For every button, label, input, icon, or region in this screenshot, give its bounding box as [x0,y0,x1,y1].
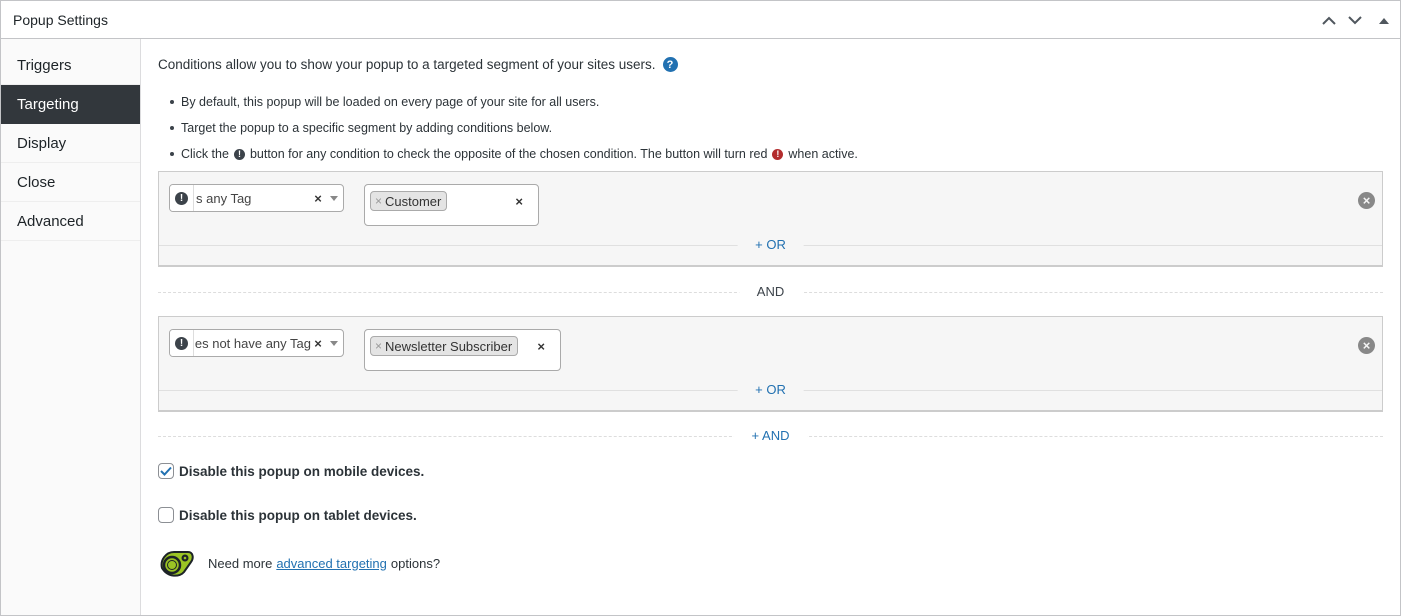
disable-tablet-checkbox[interactable] [158,507,174,523]
condition-group: ! es not have any Tag × × Newsletter Sub… [158,316,1383,412]
bullet-dot [170,100,174,104]
remove-tag-icon[interactable]: × [375,339,382,353]
bullet-dot [170,152,174,156]
remove-condition-icon[interactable]: × [1358,337,1375,354]
condition-value: s any Tag [194,191,311,206]
instruction-text: Target the popup to a specific segment b… [181,120,552,136]
checkmark-icon [160,466,172,476]
upsell-prefix: Need more [208,556,272,571]
tab-targeting[interactable]: Targeting [1,85,140,124]
disable-mobile-option[interactable]: Disable this popup on mobile devices. [158,463,424,479]
clear-condition-icon[interactable]: × [311,336,325,351]
popup-maker-logo-icon [158,548,194,578]
tab-close[interactable]: Close [1,163,140,202]
tab-display[interactable]: Display [1,124,140,163]
or-divider: + OR [159,245,1382,246]
add-or-button[interactable]: + OR [737,382,804,398]
instruction-text: when active. [788,146,857,162]
remove-tag-icon[interactable]: × [375,194,382,208]
chevron-up-icon [1322,16,1336,25]
instruction-text: button for any condition to check the op… [250,146,767,162]
help-icon[interactable]: ? [663,57,678,72]
advanced-targeting-link[interactable]: advanced targeting [276,556,387,571]
postbox-header: Popup Settings [1,1,1400,39]
remove-condition-icon[interactable]: × [1358,192,1375,209]
popup-settings-box: Popup Settings Triggers Targeting Displa… [0,0,1401,616]
clear-tags-icon[interactable]: × [515,194,523,209]
upsell-suffix: options? [391,556,440,571]
condition-value: es not have any Tag [194,336,311,351]
tag-chip: × Customer [370,191,447,211]
postbox-inside: Triggers Targeting Display Close Advance… [1,39,1400,615]
tag-chip: × Newsletter Subscriber [370,336,518,356]
postbox-title: Popup Settings [13,12,108,28]
tab-triggers[interactable]: Triggers [1,46,140,85]
dropdown-arrow-icon[interactable] [325,196,343,201]
and-divider: AND [158,292,1383,293]
exclamation-icon: ! [175,192,188,205]
tag-select[interactable]: × Customer × [364,184,539,226]
instruction-item: By default, this popup will be loaded on… [170,89,858,115]
move-up-button[interactable] [1316,2,1342,38]
dropdown-arrow-icon[interactable] [325,341,343,346]
disable-mobile-checkbox[interactable] [158,463,174,479]
exclamation-icon: ! [175,337,188,350]
intro-text: Conditions allow you to show your popup … [158,57,656,72]
instruction-item: Target the popup to a specific segment b… [170,115,858,141]
upsell-notice: Need more advanced targeting options? [158,548,440,578]
not-operand-active-icon: ! [772,149,783,160]
chevron-down-icon [1348,16,1362,25]
instruction-text: By default, this popup will be loaded on… [181,94,599,110]
bullet-dot [170,126,174,130]
disable-tablet-label: Disable this popup on tablet devices. [179,508,417,523]
clear-condition-icon[interactable]: × [311,191,325,206]
tab-advanced[interactable]: Advanced [1,202,140,241]
targeting-intro: Conditions allow you to show your popup … [158,57,678,72]
clear-tags-icon[interactable]: × [537,339,545,354]
instruction-text: Click the [181,146,229,162]
condition-select[interactable]: ! s any Tag × [169,184,344,212]
condition-select[interactable]: ! es not have any Tag × [169,329,344,357]
tag-label: Customer [385,194,441,209]
tag-select[interactable]: × Newsletter Subscriber × [364,329,561,371]
add-or-button[interactable]: + OR [737,237,804,253]
not-operand-button[interactable]: ! [170,185,194,211]
handle-actions [1316,1,1400,39]
not-operand-button[interactable]: ! [170,330,194,356]
caret-up-icon [1379,17,1389,24]
instructions-list: By default, this popup will be loaded on… [170,89,858,167]
disable-tablet-option[interactable]: Disable this popup on tablet devices. [158,507,417,523]
and-label: AND [739,284,802,300]
instruction-item: Click the ! button for any condition to … [170,141,858,167]
disable-mobile-label: Disable this popup on mobile devices. [179,464,424,479]
add-and-divider: + AND [158,436,1383,437]
add-and-button[interactable]: + AND [734,428,808,444]
tag-label: Newsletter Subscriber [385,339,512,354]
toggle-panel-button[interactable] [1368,2,1400,38]
targeting-panel: Conditions allow you to show your popup … [158,39,1383,615]
move-down-button[interactable] [1342,2,1368,38]
settings-tabs: Triggers Targeting Display Close Advance… [1,39,141,615]
not-operand-icon: ! [234,149,245,160]
condition-group: ! s any Tag × × Customer × × + OR [158,171,1383,267]
or-divider: + OR [159,390,1382,391]
